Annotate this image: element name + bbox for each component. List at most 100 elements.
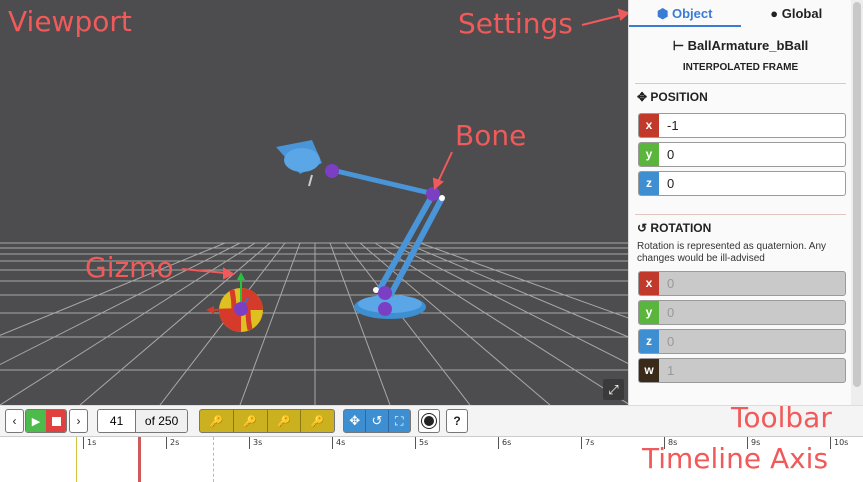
keyframe-tools: 🔑 🔑 🔑 🔑 (199, 409, 335, 433)
x-label: x (639, 272, 659, 295)
frame-type: INTERPOLATED FRAME (682, 62, 799, 73)
tab-object-label: Object (672, 6, 713, 21)
settings-tabs: ⬢ Object ● Global (629, 0, 852, 27)
stop-icon (51, 416, 61, 426)
rotation-x-field: x 0 (638, 271, 846, 296)
divider (635, 83, 846, 84)
position-x-field[interactable]: x -1 (638, 113, 846, 138)
record-button[interactable] (418, 409, 440, 433)
rotation-z-value: 0 (667, 334, 675, 349)
annotation-arrows (181, 8, 628, 280)
scale-mode-button[interactable]: ⛶ (387, 410, 410, 432)
tick (249, 437, 250, 449)
add-keyframe-button[interactable]: 🔑 (266, 410, 301, 432)
w-label: w (639, 359, 659, 382)
keyframe-marker[interactable] (213, 437, 214, 482)
expand-icon: ⤢ (608, 382, 619, 397)
annotation-viewport: Viewport (8, 5, 132, 38)
z-label: z (639, 172, 659, 195)
toolbar: ‹ ▶ › 41 of 250 🔑 🔑 🔑 🔑 ✥ ↺ ⛶ ? Toolbar (0, 401, 863, 437)
annotation-bone: Bone (455, 119, 527, 152)
help-button[interactable]: ? (446, 409, 468, 433)
next-frame-button[interactable]: › (69, 409, 88, 433)
settings-panel: ⬢ Object ● Global ⊢ BallArmature_bBall I… (628, 0, 852, 405)
annotation-toolbar: Toolbar (731, 401, 832, 434)
object-name-text: BallArmature_bBall (687, 38, 809, 53)
tab-global[interactable]: ● Global (741, 0, 853, 27)
rotate-mode-button[interactable]: ↺ (365, 410, 387, 432)
position-z-value[interactable]: 0 (659, 172, 845, 195)
record-icon (422, 414, 436, 428)
tick (830, 437, 831, 449)
rotate-icon: ↺ (371, 413, 383, 428)
scene[interactable] (0, 0, 628, 405)
settings-scrollbar[interactable] (851, 0, 863, 405)
divider (635, 214, 846, 215)
timeline[interactable]: 1s 2s 3s 4s 5s 6s 7s 8s 9s 10s Timeline … (0, 436, 863, 482)
rotation-z-field: z 0 (638, 329, 846, 354)
rotation-note: Rotation is represented as quaternion. A… (637, 241, 827, 264)
fullscreen-button[interactable]: ⤢ (603, 379, 624, 400)
next-keyframe-button[interactable]: 🔑 (232, 410, 267, 432)
position-section-title: ✥ POSITION (629, 90, 852, 104)
tick-label: 3s (253, 438, 263, 447)
tick-label: 10s (834, 438, 849, 447)
object-name: ⊢ BallArmature_bBall (629, 38, 852, 54)
tick-label: 5s (419, 438, 429, 447)
tick-label: 2s (170, 438, 180, 447)
prev-keyframe-button[interactable]: 🔑 (200, 410, 233, 432)
frame-counter: 41 of 250 (97, 409, 188, 433)
key-add-icon: 🔑 (277, 415, 291, 428)
move-icon: ✥ (637, 90, 648, 104)
position-title-text: POSITION (650, 90, 708, 104)
tick (581, 437, 582, 449)
keyframe-marker[interactable] (76, 437, 77, 482)
scrollbar-thumb[interactable] (853, 2, 861, 387)
position-y-value[interactable]: 0 (659, 143, 845, 166)
tick (415, 437, 416, 449)
tick (83, 437, 84, 449)
annotation-timeline-axis: Timeline Axis (642, 442, 829, 475)
rotation-y-field: y 0 (638, 300, 846, 325)
tab-object[interactable]: ⬢ Object (629, 0, 741, 27)
rotation-w-field: w 1 (638, 358, 846, 383)
tab-global-label: Global (781, 6, 823, 21)
key-prev-icon: 🔑 (209, 415, 224, 428)
cube-icon: ⬢ (657, 6, 669, 21)
annotation-settings: Settings (458, 7, 573, 40)
play-icon: ▶ (31, 415, 41, 428)
bone-icon: ⊢ (672, 38, 685, 53)
current-frame-input[interactable]: 41 (98, 410, 137, 432)
x-label: x (639, 114, 659, 137)
prev-frame-button[interactable]: ‹ (5, 409, 24, 433)
play-button[interactable]: ▶ (26, 410, 46, 432)
scale-icon: ⛶ (395, 413, 404, 428)
rotation-title-text: ROTATION (650, 221, 712, 235)
y-label: y (639, 301, 659, 324)
lamp-model[interactable] (276, 140, 445, 319)
playhead[interactable] (138, 437, 141, 482)
tick-label: 6s (502, 438, 512, 447)
viewport[interactable]: Viewport Settings Bone Gizmo ⤢ (0, 0, 628, 405)
y-label: y (639, 143, 659, 166)
position-x-value[interactable]: -1 (659, 114, 845, 137)
tick (498, 437, 499, 449)
position-z-field[interactable]: z 0 (638, 171, 846, 196)
transform-mode-tools: ✥ ↺ ⛶ (343, 409, 411, 433)
annotation-gizmo: Gizmo (85, 251, 174, 284)
tick-label: 1s (87, 438, 97, 447)
translate-mode-button[interactable]: ✥ (344, 410, 365, 432)
stop-button[interactable] (46, 410, 66, 432)
rotation-section-title: ↺ ROTATION (629, 221, 852, 235)
position-y-field[interactable]: y 0 (638, 142, 846, 167)
playback-controls: ▶ (25, 409, 67, 433)
move-icon: ✥ (349, 413, 361, 428)
rotate-icon: ↺ (637, 221, 648, 235)
tick (332, 437, 333, 449)
rotation-w-value: 1 (667, 363, 675, 378)
remove-keyframe-button[interactable]: 🔑 (300, 410, 334, 432)
rotation-x-value: 0 (667, 276, 675, 291)
help-icon: ? (453, 414, 461, 428)
rotation-y-value: 0 (667, 305, 675, 320)
total-frames-label: of 250 (136, 410, 187, 432)
